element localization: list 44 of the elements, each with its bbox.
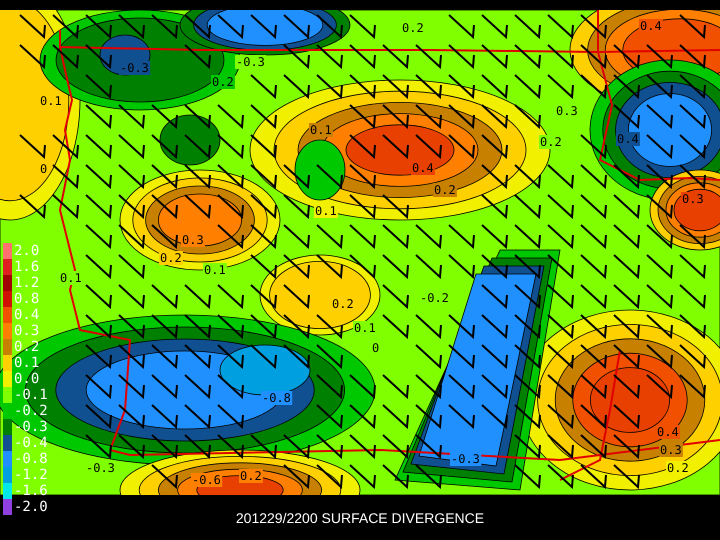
legend-label: -0.4 (14, 435, 48, 451)
legend-label: 1.6 (14, 259, 40, 275)
contour-label: 0.3 (681, 192, 705, 206)
map-caption: 201229/2200 SURFACE DIVERGENCE (236, 510, 484, 526)
legend-label: 0.1 (14, 355, 40, 371)
legend-label: 1.2 (14, 275, 40, 291)
contour-label: 0.2 (666, 461, 690, 475)
contour-label: 0.2 (239, 469, 263, 483)
contour-label: 0.2 (401, 21, 425, 35)
contour-label: 0.2 (331, 297, 355, 311)
contour-label: 0.2 (433, 183, 457, 197)
contour-label: -0.8 (261, 391, 292, 405)
contour-label: -0.3 (235, 55, 266, 69)
contour-label: 0 (371, 341, 380, 355)
contour-label: 0.4 (616, 132, 640, 146)
contour-label: 0.1 (203, 263, 227, 277)
legend-label: 2.0 (14, 243, 40, 259)
contour-label: 0.1 (39, 94, 63, 108)
contour-label: 0.4 (656, 425, 680, 439)
contour-label: 0.2 (211, 75, 235, 89)
legend-label: 0.8 (14, 291, 40, 307)
contour-label: -0.3 (450, 452, 482, 466)
contour-label: 0.1 (309, 123, 333, 137)
legend-label: -1.2 (14, 467, 48, 483)
contour-label: -0.3 (85, 461, 116, 475)
legend-label: 0.4 (14, 307, 40, 323)
legend-label: -0.8 (14, 451, 48, 467)
legend-label: 0.3 (14, 323, 40, 339)
contour-label: -0.3 (119, 61, 150, 75)
legend-label: -0.1 (14, 387, 48, 403)
contour-label: 0 (39, 162, 48, 176)
contour-label: 0.4 (411, 161, 435, 175)
contour-label: 0.1 (314, 204, 338, 218)
contour-label: 0.2 (159, 251, 183, 265)
contour-label: 0.3 (555, 104, 579, 118)
contour-label: 0.3 (181, 233, 205, 247)
contour-label: 0.2 (539, 135, 563, 149)
contour-label: -0.2 (419, 291, 450, 305)
contour-label: 0.4 (639, 19, 663, 33)
legend-label: -2.0 (14, 499, 48, 515)
contour-label: 0.1 (59, 271, 83, 285)
contour-label: 0.1 (353, 321, 377, 335)
contour-label: 0.3 (659, 443, 683, 457)
contour-label: -0.6 (191, 473, 222, 487)
